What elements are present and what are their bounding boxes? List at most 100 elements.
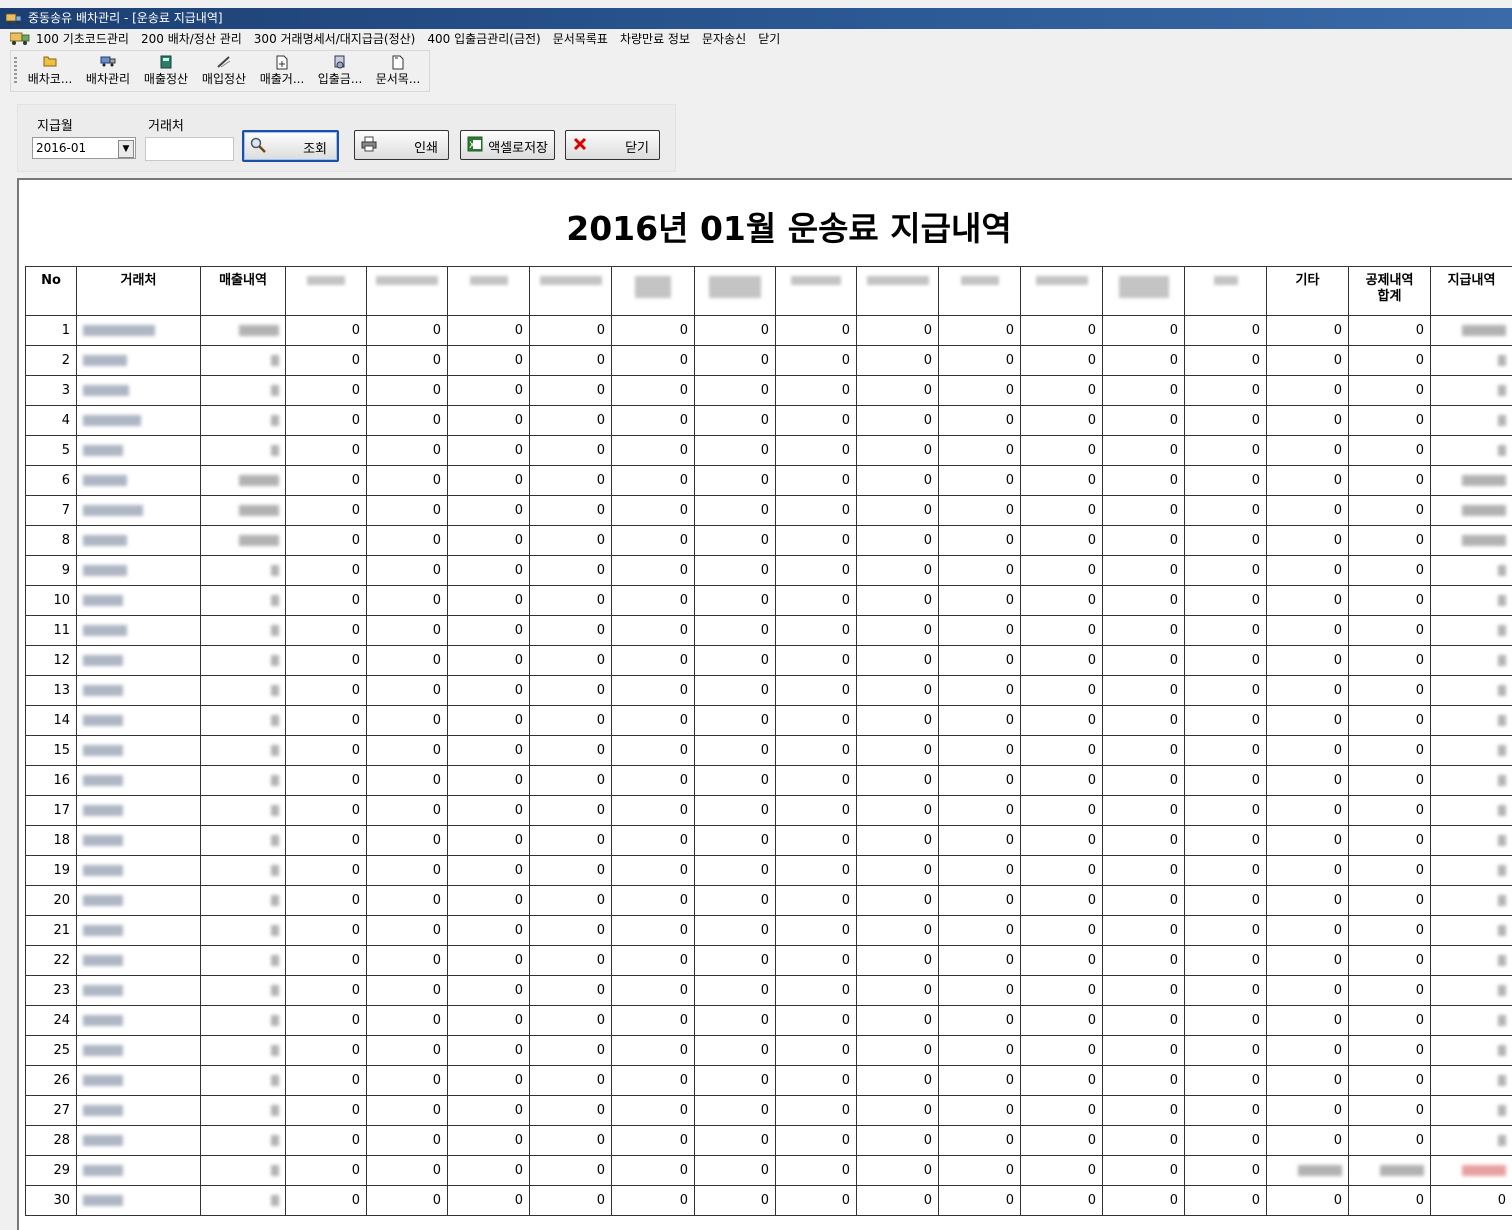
table-row[interactable]: 600000000000000 — [26, 466, 1512, 496]
payment-cell — [1431, 1036, 1512, 1066]
menu-item[interactable]: 100 기초코드관리 — [36, 29, 129, 49]
truck-menu-icon[interactable] — [10, 32, 30, 46]
payment-cell — [1431, 586, 1512, 616]
table-row[interactable]: 500000000000000 — [26, 436, 1512, 466]
table-row[interactable]: 900000000000000 — [26, 556, 1512, 586]
amount-cell: 0 — [1021, 466, 1103, 496]
toolbar: 배차코...배차관리매출정산매입정산매출거...입출금...문서목... — [10, 50, 430, 92]
table-row[interactable]: 1800000000000000 — [26, 826, 1512, 856]
amount-cell: 0 — [448, 676, 530, 706]
table-row[interactable]: 200000000000000 — [26, 346, 1512, 376]
amount-cell: 0 — [857, 586, 939, 616]
toolbar-button[interactable]: 매출정산 — [137, 53, 195, 89]
toolbar-button[interactable]: 문서목... — [369, 53, 427, 89]
month-select[interactable]: 2016-01 ▼ — [32, 137, 136, 159]
table-row[interactable]: 400000000000000 — [26, 406, 1512, 436]
col-header-sales: 매출내역 — [201, 267, 286, 316]
amount-cell: 0 — [1349, 976, 1431, 1006]
amount-cell: 0 — [367, 556, 448, 586]
table-row[interactable]: 2100000000000000 — [26, 916, 1512, 946]
amount-cell: 0 — [1267, 1006, 1349, 1036]
amount-cell: 0 — [857, 466, 939, 496]
table-row[interactable]: 300000000000000 — [26, 376, 1512, 406]
amount-cell: 0 — [1185, 976, 1267, 1006]
table-row[interactable]: 2200000000000000 — [26, 946, 1512, 976]
amount-cell: 0 — [1103, 376, 1185, 406]
toolbar-grip[interactable] — [14, 57, 17, 85]
table-row[interactable]: 2000000000000000 — [26, 886, 1512, 916]
table-row[interactable]: 1000000000000000 — [26, 586, 1512, 616]
chevron-down-icon[interactable]: ▼ — [118, 140, 134, 158]
table-row[interactable]: 2600000000000000 — [26, 1066, 1512, 1096]
table-row[interactable]: 800000000000000 — [26, 526, 1512, 556]
table-row[interactable]: 2700000000000000 — [26, 1096, 1512, 1126]
amount-cell: 0 — [612, 616, 695, 646]
amount-cell: 0 — [612, 406, 695, 436]
table-row[interactable]: 700000000000000 — [26, 496, 1512, 526]
amount-cell: 0 — [1021, 916, 1103, 946]
table-row[interactable]: 2500000000000000 — [26, 1036, 1512, 1066]
table-row[interactable]: 1400000000000000 — [26, 706, 1512, 736]
amount-cell: 0 — [1185, 826, 1267, 856]
table-row[interactable]: 2300000000000000 — [26, 976, 1512, 1006]
toolbar-button[interactable]: 매출거... — [253, 53, 311, 89]
table-row[interactable]: 2400000000000000 — [26, 1006, 1512, 1036]
amount-cell: 0 — [939, 526, 1021, 556]
amount-cell: 0 — [1267, 1096, 1349, 1126]
toolbar-button[interactable]: 배차코... — [21, 53, 79, 89]
table-row[interactable]: 1900000000000000 — [26, 856, 1512, 886]
table-row[interactable]: 2800000000000000 — [26, 1126, 1512, 1156]
menu-item[interactable]: 차량만료 정보 — [620, 29, 690, 49]
amount-cell: 0 — [1185, 556, 1267, 586]
table-row[interactable]: 1700000000000000 — [26, 796, 1512, 826]
menu-item[interactable]: 문자송신 — [702, 29, 746, 49]
report-title: 2016년 01월 운송료 지급내역 — [19, 202, 1512, 250]
menu-item[interactable]: 200 배차/정산 관리 — [141, 29, 242, 49]
table-row[interactable]: 1100000000000000 — [26, 616, 1512, 646]
amount-cell: 0 — [1349, 316, 1431, 346]
print-button[interactable]: 인쇄 — [354, 130, 449, 160]
amount-cell: 0 — [530, 406, 612, 436]
table-row[interactable]: 30000000000000000 — [26, 1186, 1512, 1216]
toolbar-button[interactable]: 배차관리 — [79, 53, 137, 89]
menu-item[interactable]: 400 입출금관리(금전) — [427, 29, 540, 49]
table-row[interactable]: 1200000000000000 — [26, 646, 1512, 676]
sales-cell — [201, 616, 286, 646]
amount-cell: 0 — [939, 886, 1021, 916]
amount-cell: 0 — [1185, 406, 1267, 436]
payment-cell — [1431, 646, 1512, 676]
payment-cell — [1431, 466, 1512, 496]
amount-cell: 0 — [1349, 796, 1431, 826]
menu-item[interactable]: 300 거래명세서/대지급금(정산) — [254, 29, 416, 49]
amount-cell: 0 — [1021, 826, 1103, 856]
search-button-label: 조회 — [303, 138, 327, 157]
menu-item[interactable]: 닫기 — [758, 29, 780, 49]
excel-save-button[interactable]: X 액셀로저장 — [460, 130, 555, 160]
toolbar-button[interactable]: 매입정산 — [195, 53, 253, 89]
amount-cell: 0 — [1021, 316, 1103, 346]
col-header-redacted — [1021, 267, 1103, 316]
amount-cell: 0 — [776, 736, 857, 766]
table-row[interactable]: 29000000000000 — [26, 1156, 1512, 1186]
amount-cell: 0 — [612, 916, 695, 946]
amount-cell: 0 — [1103, 1156, 1185, 1186]
table-row[interactable]: 1500000000000000 — [26, 736, 1512, 766]
close-button[interactable]: 닫기 — [565, 130, 660, 160]
menu-item[interactable]: 문서목록표 — [553, 29, 608, 49]
amount-cell: 0 — [695, 316, 776, 346]
partner-input[interactable] — [145, 137, 234, 161]
col-header-redacted — [939, 267, 1021, 316]
amount-cell: 0 — [857, 706, 939, 736]
amount-cell: 0 — [1103, 886, 1185, 916]
amount-cell: 0 — [530, 706, 612, 736]
amount-cell: 0 — [612, 1006, 695, 1036]
toolbar-button[interactable]: 입출금... — [311, 53, 369, 89]
table-row[interactable]: 100000000000000 — [26, 316, 1512, 346]
table-row[interactable]: 1600000000000000 — [26, 766, 1512, 796]
table-row[interactable]: 1300000000000000 — [26, 676, 1512, 706]
search-button[interactable]: 조회 — [242, 130, 339, 162]
amount-cell: 0 — [286, 916, 367, 946]
amount-cell: 0 — [448, 916, 530, 946]
partner-cell — [77, 346, 201, 376]
toolbar-button-label: 배차코... — [21, 71, 79, 87]
